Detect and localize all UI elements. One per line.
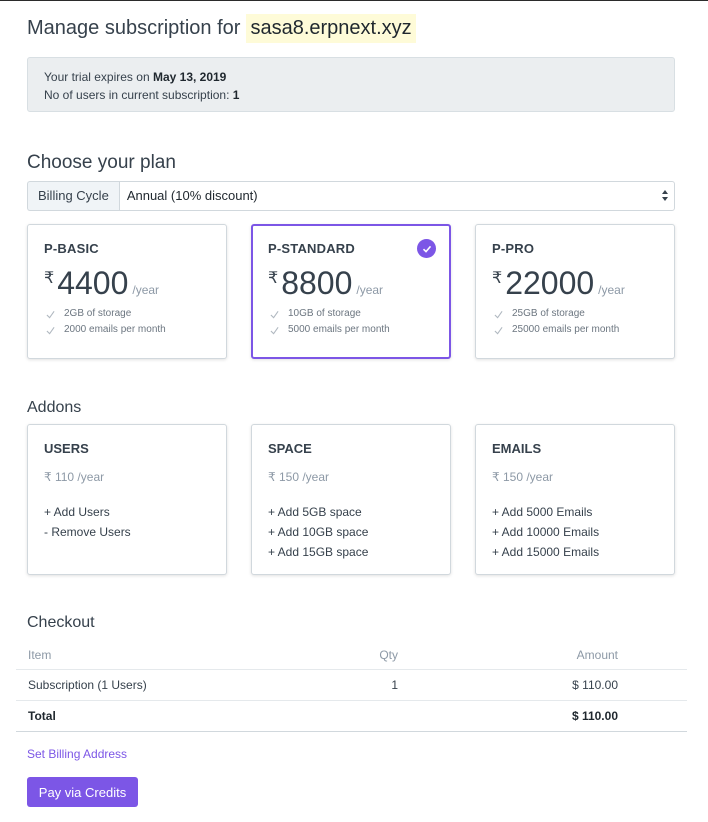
pay-via-credits-button[interactable]: Pay via Credits xyxy=(27,777,138,807)
rupee-icon: ₹ xyxy=(44,270,55,287)
add-15gb-space-link[interactable]: + Add 15GB space xyxy=(268,542,434,562)
checkout-table-header: Item Qty Amount xyxy=(16,641,687,670)
plan-card-standard[interactable]: P-STANDARD ₹ 8800 /year 10GB of storage … xyxy=(251,224,451,359)
add-10gb-space-link[interactable]: + Add 10GB space xyxy=(268,522,434,542)
plan-feature: 2000 emails per month xyxy=(44,324,210,336)
plan-amount: 22000 xyxy=(505,265,595,301)
addon-card-space: SPACE ₹ 150 /year + Add 5GB space + Add … xyxy=(251,424,451,575)
page-heading: Manage subscription for sasa8.erpnext.xy… xyxy=(27,14,416,43)
select-arrows-icon xyxy=(662,190,669,202)
plan-period: /year xyxy=(598,283,625,297)
plan-name: P-STANDARD xyxy=(268,241,355,256)
plan-feature: 5000 emails per month xyxy=(268,324,434,336)
plan-card-pro[interactable]: P-PRO ₹ 22000 /year 25GB of storage 2500… xyxy=(475,224,675,359)
trial-expiry-label: Your trial expires on xyxy=(44,70,150,84)
column-header-qty: Qty xyxy=(379,648,398,662)
check-icon xyxy=(46,310,55,318)
set-billing-address-link[interactable]: Set Billing Address xyxy=(27,747,127,761)
addon-name: SPACE xyxy=(268,441,312,456)
choose-plan-title: Choose your plan xyxy=(27,152,176,173)
add-5000-emails-link[interactable]: + Add 5000 Emails xyxy=(492,502,658,522)
plan-amount: 4400 xyxy=(57,265,129,301)
checkout-title: Checkout xyxy=(27,614,95,631)
add-15000-emails-link[interactable]: + Add 15000 Emails xyxy=(492,542,658,562)
site-name: sasa8.erpnext.xyz xyxy=(246,14,416,43)
checkout-table: Item Qty Amount Subscription (1 Users) 1… xyxy=(16,641,687,732)
plan-card-basic[interactable]: P-BASIC ₹ 4400 /year 2GB of storage 2000… xyxy=(27,224,227,359)
plan-period: /year xyxy=(132,283,160,297)
add-10000-emails-link[interactable]: + Add 10000 Emails xyxy=(492,522,658,542)
selected-check-icon xyxy=(417,239,436,258)
row-item: Subscription (1 Users) xyxy=(28,678,147,692)
plan-period: /year xyxy=(356,283,384,297)
billing-cycle-value: Annual (10% discount) xyxy=(126,188,258,203)
check-icon xyxy=(270,326,279,334)
addon-price: ₹ 150 /year xyxy=(268,470,330,484)
row-amount: $ 110.00 xyxy=(572,678,618,692)
addon-card-users: USERS ₹ 110 /year + Add Users - Remove U… xyxy=(27,424,227,575)
check-icon xyxy=(270,310,279,318)
row-qty: 1 xyxy=(391,678,398,692)
total-amount: $ 110.00 xyxy=(571,709,618,723)
addon-name: USERS xyxy=(44,441,89,456)
addon-name: EMAILS xyxy=(492,441,542,456)
check-icon xyxy=(494,310,503,318)
billing-cycle-group: Billing Cycle Annual (10% discount) xyxy=(27,181,675,211)
rupee-icon: ₹ xyxy=(268,270,279,287)
trial-users-count: 1 xyxy=(232,88,240,102)
remove-users-link[interactable]: - Remove Users xyxy=(44,522,210,542)
add-5gb-space-link[interactable]: + Add 5GB space xyxy=(268,502,434,522)
plan-feature: 25GB of storage xyxy=(492,308,658,320)
trial-users-label: No of users in current subscription: xyxy=(44,88,230,102)
column-header-amount: Amount xyxy=(576,648,618,662)
top-border xyxy=(0,0,708,1)
table-total-row: Total $ 110.00 xyxy=(16,701,687,732)
plan-feature: 25000 emails per month xyxy=(492,324,658,336)
addons-title: Addons xyxy=(27,399,82,416)
addon-card-emails: EMAILS ₹ 150 /year + Add 5000 Emails + A… xyxy=(475,424,675,575)
table-row: Subscription (1 Users) 1 $ 110.00 xyxy=(16,670,687,701)
total-label: Total xyxy=(28,709,56,723)
plan-amount: 8800 xyxy=(281,265,353,301)
trial-users-line: No of users in current subscription: 1 xyxy=(44,86,658,104)
plan-name: P-PRO xyxy=(492,241,535,256)
plan-feature: 10GB of storage xyxy=(268,308,434,320)
addon-price: ₹ 150 /year xyxy=(492,470,554,484)
plan-price: ₹ 8800 /year xyxy=(268,266,434,300)
plan-price: ₹ 4400 /year xyxy=(44,266,210,300)
billing-cycle-label: Billing Cycle xyxy=(27,181,119,211)
check-icon xyxy=(494,326,503,334)
plan-name: P-BASIC xyxy=(44,241,99,256)
trial-expiry-date: May 13, 2019 xyxy=(152,70,227,84)
trial-expiry-line: Your trial expires on May 13, 2019 xyxy=(44,68,658,86)
addon-price: ₹ 110 /year xyxy=(44,470,105,484)
check-icon xyxy=(46,326,55,334)
plan-feature: 2GB of storage xyxy=(44,308,210,320)
billing-cycle-select[interactable]: Annual (10% discount) xyxy=(118,181,675,211)
add-users-link[interactable]: + Add Users xyxy=(44,502,210,522)
plan-price: ₹ 22000 /year xyxy=(492,266,658,300)
column-header-item: Item xyxy=(28,648,52,662)
trial-info-alert: Your trial expires on May 13, 2019 No of… xyxy=(27,57,675,112)
rupee-icon: ₹ xyxy=(492,270,503,287)
page-title: Manage subscription for xyxy=(27,17,241,39)
